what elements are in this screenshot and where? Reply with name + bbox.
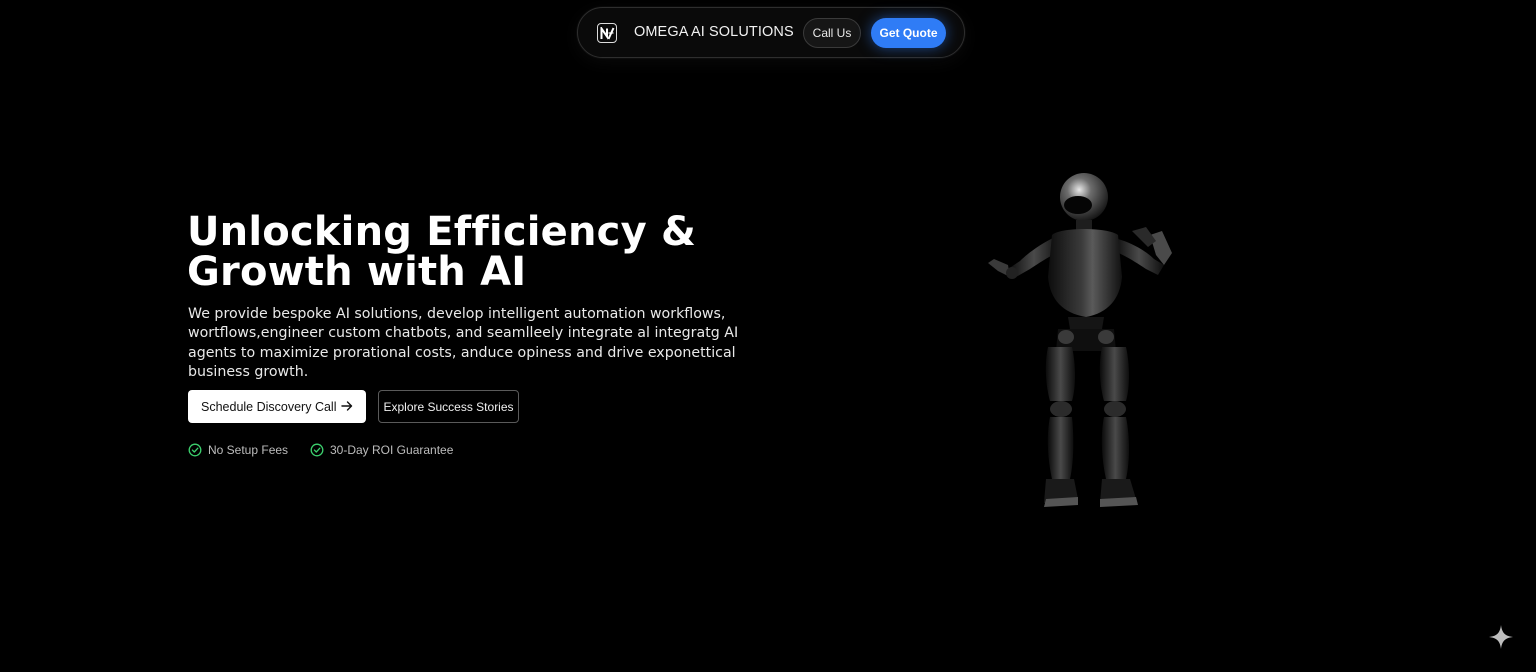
feature-roi-guarantee: 30-Day ROI Guarantee [310,442,453,458]
hero-title: Unlocking Efficiency & Growth with AI [187,209,697,295]
omega-n-logo-icon [600,26,614,40]
feature-label: 30-Day ROI Guarantee [330,443,454,457]
get-quote-button[interactable]: Get Quote [871,18,946,48]
sparkle-icon[interactable] [1488,624,1514,650]
check-circle-icon [188,443,202,457]
humanoid-robot-illustration [988,173,1172,507]
call-us-button[interactable]: Call Us [803,18,861,48]
feature-no-setup-fees: No Setup Fees [188,442,288,458]
hero-subtitle: We provide bespoke AI solutions, develop… [188,306,739,380]
explore-success-stories-button[interactable]: Explore Success Stories [378,390,519,423]
landing-page: OMEGA AI SOLUTIONS Call Us Get Quote Unl… [0,0,1536,672]
feature-label: No Setup Fees [208,443,289,457]
top-nav-bar: OMEGA AI SOLUTIONS Call Us Get Quote [577,7,965,58]
brand-name[interactable]: OMEGA AI SOLUTIONS [634,24,794,40]
brand-logo-icon[interactable] [597,23,617,43]
schedule-discovery-call-button[interactable]: Schedule Discovery Call [188,390,366,423]
arrow-right-icon [341,401,353,411]
schedule-discovery-call-label: Schedule Discovery Call [201,399,337,414]
check-circle-icon [310,443,324,457]
